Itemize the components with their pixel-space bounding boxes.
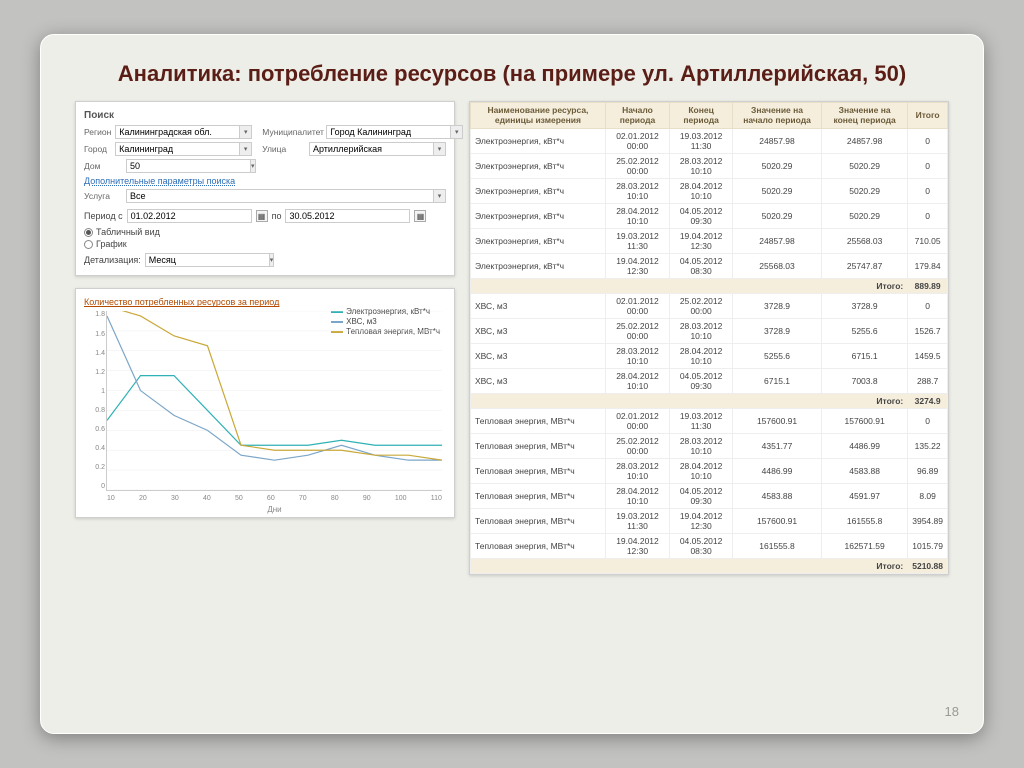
chart-area: 1.81.61.41.210.80.60.40.20 1020304050607… [106,311,442,491]
period-from-input[interactable] [127,209,252,223]
content: Поиск Регион ▾ Муниципалитет ▾ Город [75,101,949,575]
table-row: ХВС, м302.01.2012 00:0025.02.2012 00:003… [471,294,948,319]
table-row: Тепловая энергия, МВт*ч25.02.2012 00:002… [471,434,948,459]
additional-params-link[interactable]: Дополнительные параметры поиска [84,176,446,186]
dropdown-icon[interactable]: ▾ [270,253,275,267]
region-label: Регион [84,127,111,137]
dropdown-icon[interactable]: ▾ [434,189,446,203]
table-row: ХВС, м328.03.2012 10:1028.04.2012 10:105… [471,344,948,369]
table-row: Тепловая энергия, МВт*ч19.03.2012 11:301… [471,509,948,534]
table-row: Электроэнергия, кВт*ч19.03.2012 11:3019.… [471,229,948,254]
period-to-input[interactable] [285,209,410,223]
table-row: Электроэнергия, кВт*ч25.02.2012 00:0028.… [471,154,948,179]
table-row: Тепловая энергия, МВт*ч19.04.2012 12:300… [471,534,948,559]
calendar-icon[interactable]: ▦ [256,210,268,222]
table-row: Электроэнергия, кВт*ч28.03.2012 10:1028.… [471,179,948,204]
table-row: Электроэнергия, кВт*ч28.04.2012 10:1004.… [471,204,948,229]
data-table: Наименование ресурса, единицы измеренияН… [470,102,948,574]
page-number: 18 [945,704,959,719]
table-row: Тепловая энергия, МВт*ч28.03.2012 10:102… [471,459,948,484]
search-panel: Поиск Регион ▾ Муниципалитет ▾ Город [75,101,455,276]
subtotal-row: Итого:5210.88 [471,559,948,574]
table-row: Тепловая энергия, МВт*ч28.04.2012 10:100… [471,484,948,509]
left-column: Поиск Регион ▾ Муниципалитет ▾ Город [75,101,455,575]
house-label: Дом [84,161,122,171]
street-input[interactable] [309,142,434,156]
city-label: Город [84,144,111,154]
dropdown-icon[interactable]: ▾ [251,159,256,173]
table-row: Тепловая энергия, МВт*ч02.01.2012 00:001… [471,409,948,434]
table-row: ХВС, м328.04.2012 10:1004.05.2012 09:306… [471,369,948,394]
table-row: ХВС, м325.02.2012 00:0028.03.2012 10:103… [471,319,948,344]
page-title: Аналитика: потребление ресурсов (на прим… [75,61,949,87]
radio-dot-icon [84,240,93,249]
slide: Аналитика: потребление ресурсов (на прим… [40,34,984,734]
subtotal-row: Итого:3274.9 [471,394,948,409]
right-column: Наименование ресурса, единицы измеренияН… [469,101,949,575]
view-table-radio[interactable]: Табличный вид [84,227,446,237]
region-input[interactable] [115,125,240,139]
city-input[interactable] [115,142,240,156]
data-table-panel: Наименование ресурса, единицы измеренияН… [469,101,949,575]
view-chart-radio[interactable]: График [84,239,446,249]
street-label: Улица [262,144,305,154]
period-to-label: по [272,211,282,221]
period-from-label: Период с [84,211,123,221]
radio-dot-icon [84,228,93,237]
dropdown-icon[interactable]: ▾ [240,125,252,139]
municipality-input[interactable] [326,125,451,139]
detail-label: Детализация: [84,255,141,265]
calendar-icon[interactable]: ▦ [414,210,426,222]
municipality-label: Муниципалитет [262,127,322,137]
search-heading: Поиск [84,110,446,121]
chart-title: Количество потребленных ресурсов за пери… [84,297,446,307]
detail-select[interactable] [145,253,270,267]
dropdown-icon[interactable]: ▾ [451,125,463,139]
service-label: Услуга [84,191,122,201]
table-row: Электроэнергия, кВт*ч19.04.2012 12:3004.… [471,254,948,279]
dropdown-icon[interactable]: ▾ [240,142,252,156]
house-input[interactable] [126,159,251,173]
chart-panel: Количество потребленных ресурсов за пери… [75,288,455,518]
subtotal-row: Итого:889.89 [471,279,948,294]
dropdown-icon[interactable]: ▾ [434,142,446,156]
chart-xlabel: Дни [107,505,442,514]
table-row: Электроэнергия, кВт*ч02.01.2012 00:0019.… [471,129,948,154]
service-input[interactable] [126,189,434,203]
